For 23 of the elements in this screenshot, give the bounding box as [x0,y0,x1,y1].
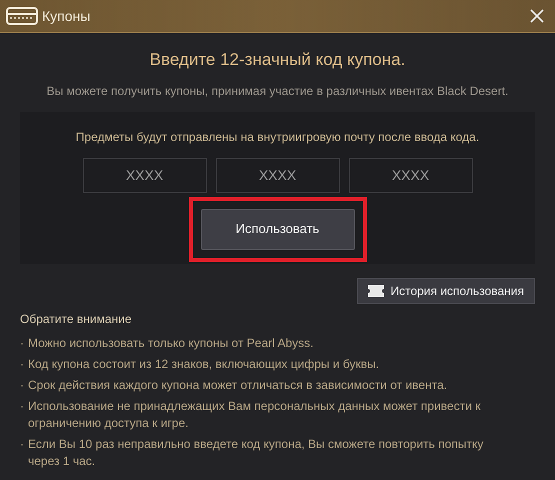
close-icon [530,9,544,23]
bullet: · [20,376,25,394]
history-button[interactable]: История использования [357,278,535,304]
coupon-icon [6,6,38,26]
bullet: · [20,334,25,352]
code-field[interactable]: XXXX [216,158,340,192]
note-text: Код купона состоит из 12 знаков, включающих цифры и буквы. [28,356,380,372]
code-field[interactable]: XXXX [82,158,206,192]
bullet: · [20,356,25,372]
note-text: Если Вы 10 раз неправильно введете код купона, Вы сможете повторить попытку через 1 час. [28,436,484,470]
code-field[interactable]: XXXX [348,158,472,192]
heading: Введите 12-значный код купона. [148,49,406,71]
notes-title: Обратите внимание [20,310,132,328]
info-text: Предметы будут отправлены на внутриигровую почту после ввода кода. [76,128,480,146]
bullet: · [20,398,25,414]
note-text: Срок действия каждого купона может отличаться в зависимости от ивента. [28,376,448,394]
window-title: Купоны [42,6,90,26]
bullet: · [20,436,25,452]
subheading: Вы можете получить купоны, принимая участие в различных ивентах Black Desert. [46,82,510,100]
ticket-icon [368,284,384,296]
note-text: Использование не принадлежащих Вам персональных данных может привести к ограничению доступа к игре. [28,398,482,432]
note-text: Можно использовать только купоны от Pearl Abyss. [28,334,314,352]
use-button[interactable]: Использовать [200,208,354,250]
